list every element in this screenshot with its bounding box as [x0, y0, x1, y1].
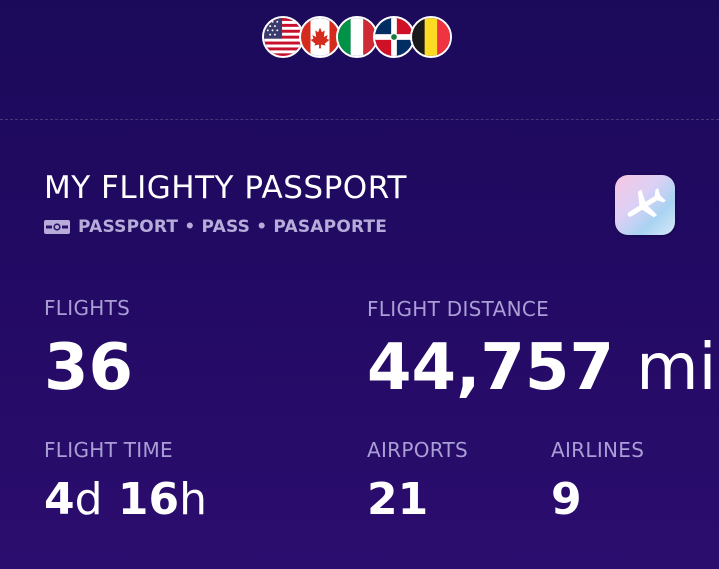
passport-icon	[44, 220, 70, 234]
country-flags	[262, 16, 452, 60]
flight-time-hours: 16	[117, 474, 180, 525]
dashed-divider	[0, 119, 719, 120]
passport-title: MY FLIGHTY PASSPORT	[44, 170, 407, 206]
airports-label: AIRPORTS	[367, 438, 469, 462]
italy-flag-icon	[336, 16, 378, 58]
flight-time-days: 4	[44, 474, 75, 525]
airlines-value: 9	[551, 474, 582, 525]
flights-label: FLIGHTS	[44, 296, 131, 320]
flight-time-days-unit: d	[74, 474, 103, 525]
belgium-flag-icon	[410, 16, 452, 58]
airplane-app-icon[interactable]	[615, 175, 675, 235]
passport-subtitle-text: PASSPORT • PASS • PASAPORTE	[78, 217, 388, 237]
flight-distance-label: FLIGHT DISTANCE	[367, 297, 550, 321]
flight-time-label: FLIGHT TIME	[44, 438, 173, 462]
flight-distance-value: 44,757 mi	[367, 336, 716, 400]
flight-time-value: 4d 16h	[44, 478, 207, 522]
distance-unit: mi	[636, 331, 717, 405]
dominican-republic-flag-icon	[373, 16, 415, 58]
canada-flag-icon	[299, 16, 341, 58]
passport-subtitle: PASSPORT • PASS • PASAPORTE	[44, 217, 387, 237]
distance-number: 44,757	[367, 331, 614, 405]
airports-value: 21	[367, 474, 429, 525]
airlines-label: AIRLINES	[551, 438, 645, 462]
flight-time-hours-unit: h	[179, 474, 208, 525]
us-flag-icon	[262, 16, 304, 58]
flights-value: 36	[44, 331, 134, 405]
